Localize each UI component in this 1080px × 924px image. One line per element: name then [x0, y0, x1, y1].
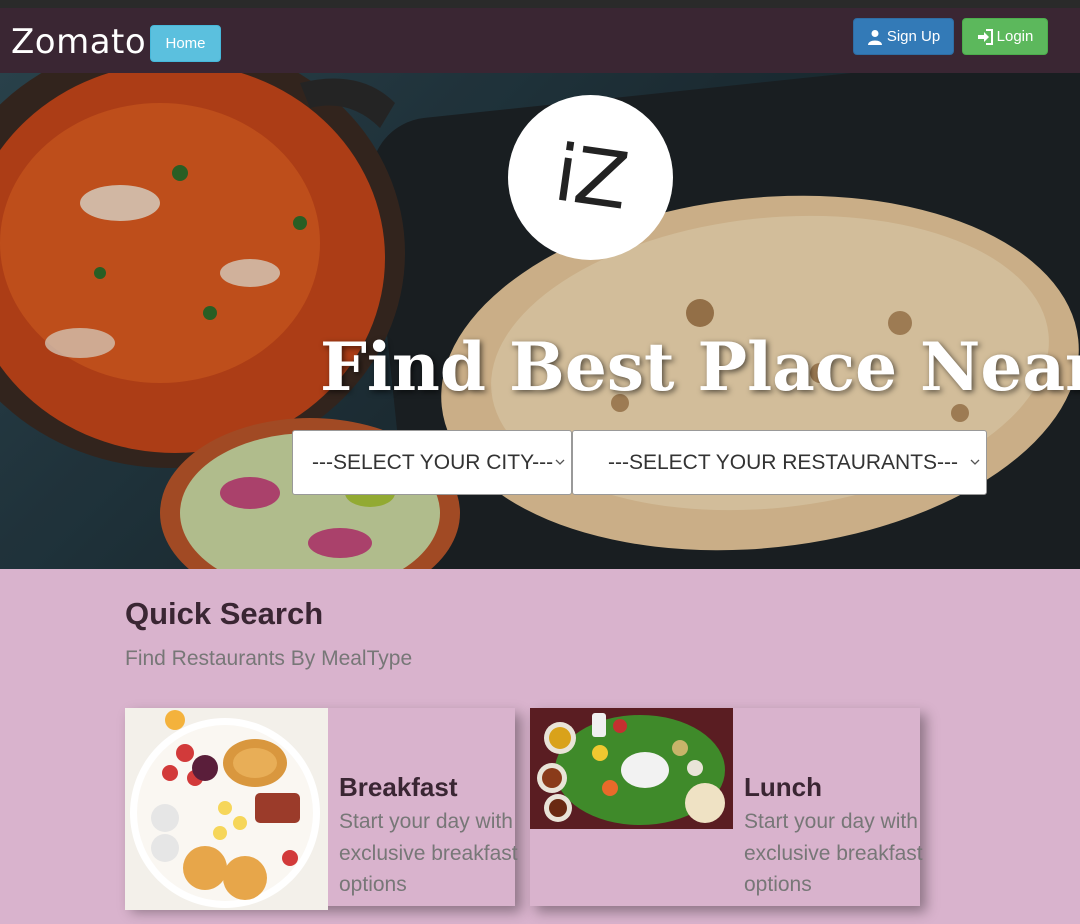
lunch-title: Lunch: [744, 772, 822, 802]
city-select-value: ---SELECT YOUR CITY---: [312, 450, 554, 474]
site-logo[interactable]: iZ: [508, 95, 673, 260]
lunch-description: Start your day with exclusive breakfast …: [744, 810, 923, 896]
restaurant-select[interactable]: ---SELECT YOUR RESTAURANTS---: [572, 430, 987, 495]
home-button[interactable]: Home: [150, 25, 221, 62]
meal-card-lunch[interactable]: Lunch Start your day with exclusive brea…: [530, 708, 923, 906]
navbar: Zomato Home Sign Up Login: [0, 8, 1080, 73]
breakfast-description: Start your day with exclusive breakfast …: [339, 810, 518, 896]
login-button[interactable]: Login: [962, 18, 1048, 55]
chevron-down-icon: [970, 459, 980, 465]
login-icon: [977, 28, 993, 45]
logo-text: iZ: [549, 127, 632, 228]
breakfast-title: Breakfast: [339, 772, 458, 802]
meal-card-breakfast[interactable]: Breakfast Start your day with exclusive …: [125, 708, 518, 910]
quick-search-title: Quick Search: [125, 596, 324, 631]
city-select[interactable]: ---SELECT YOUR CITY---: [292, 430, 572, 495]
chevron-down-icon: [555, 459, 565, 465]
lunch-image: [530, 708, 733, 829]
breakfast-image: [125, 708, 328, 910]
quick-search-subtitle: Find Restaurants By MealType: [125, 647, 413, 670]
brand-logo[interactable]: Zomato: [11, 22, 146, 62]
hero-banner: iZ Find Best Place Near ---SELECT YOUR C…: [0, 73, 1080, 569]
signup-button[interactable]: Sign Up: [853, 18, 954, 55]
restaurant-select-value: ---SELECT YOUR RESTAURANTS---: [608, 450, 959, 474]
login-button-label: Login: [996, 28, 1034, 45]
home-button-label: Home: [165, 35, 206, 52]
user-icon: [867, 29, 882, 45]
hero-title: Find Best Place Near: [320, 328, 1080, 406]
top-edge-line: [0, 0, 1080, 8]
signup-button-label: Sign Up: [886, 28, 941, 45]
